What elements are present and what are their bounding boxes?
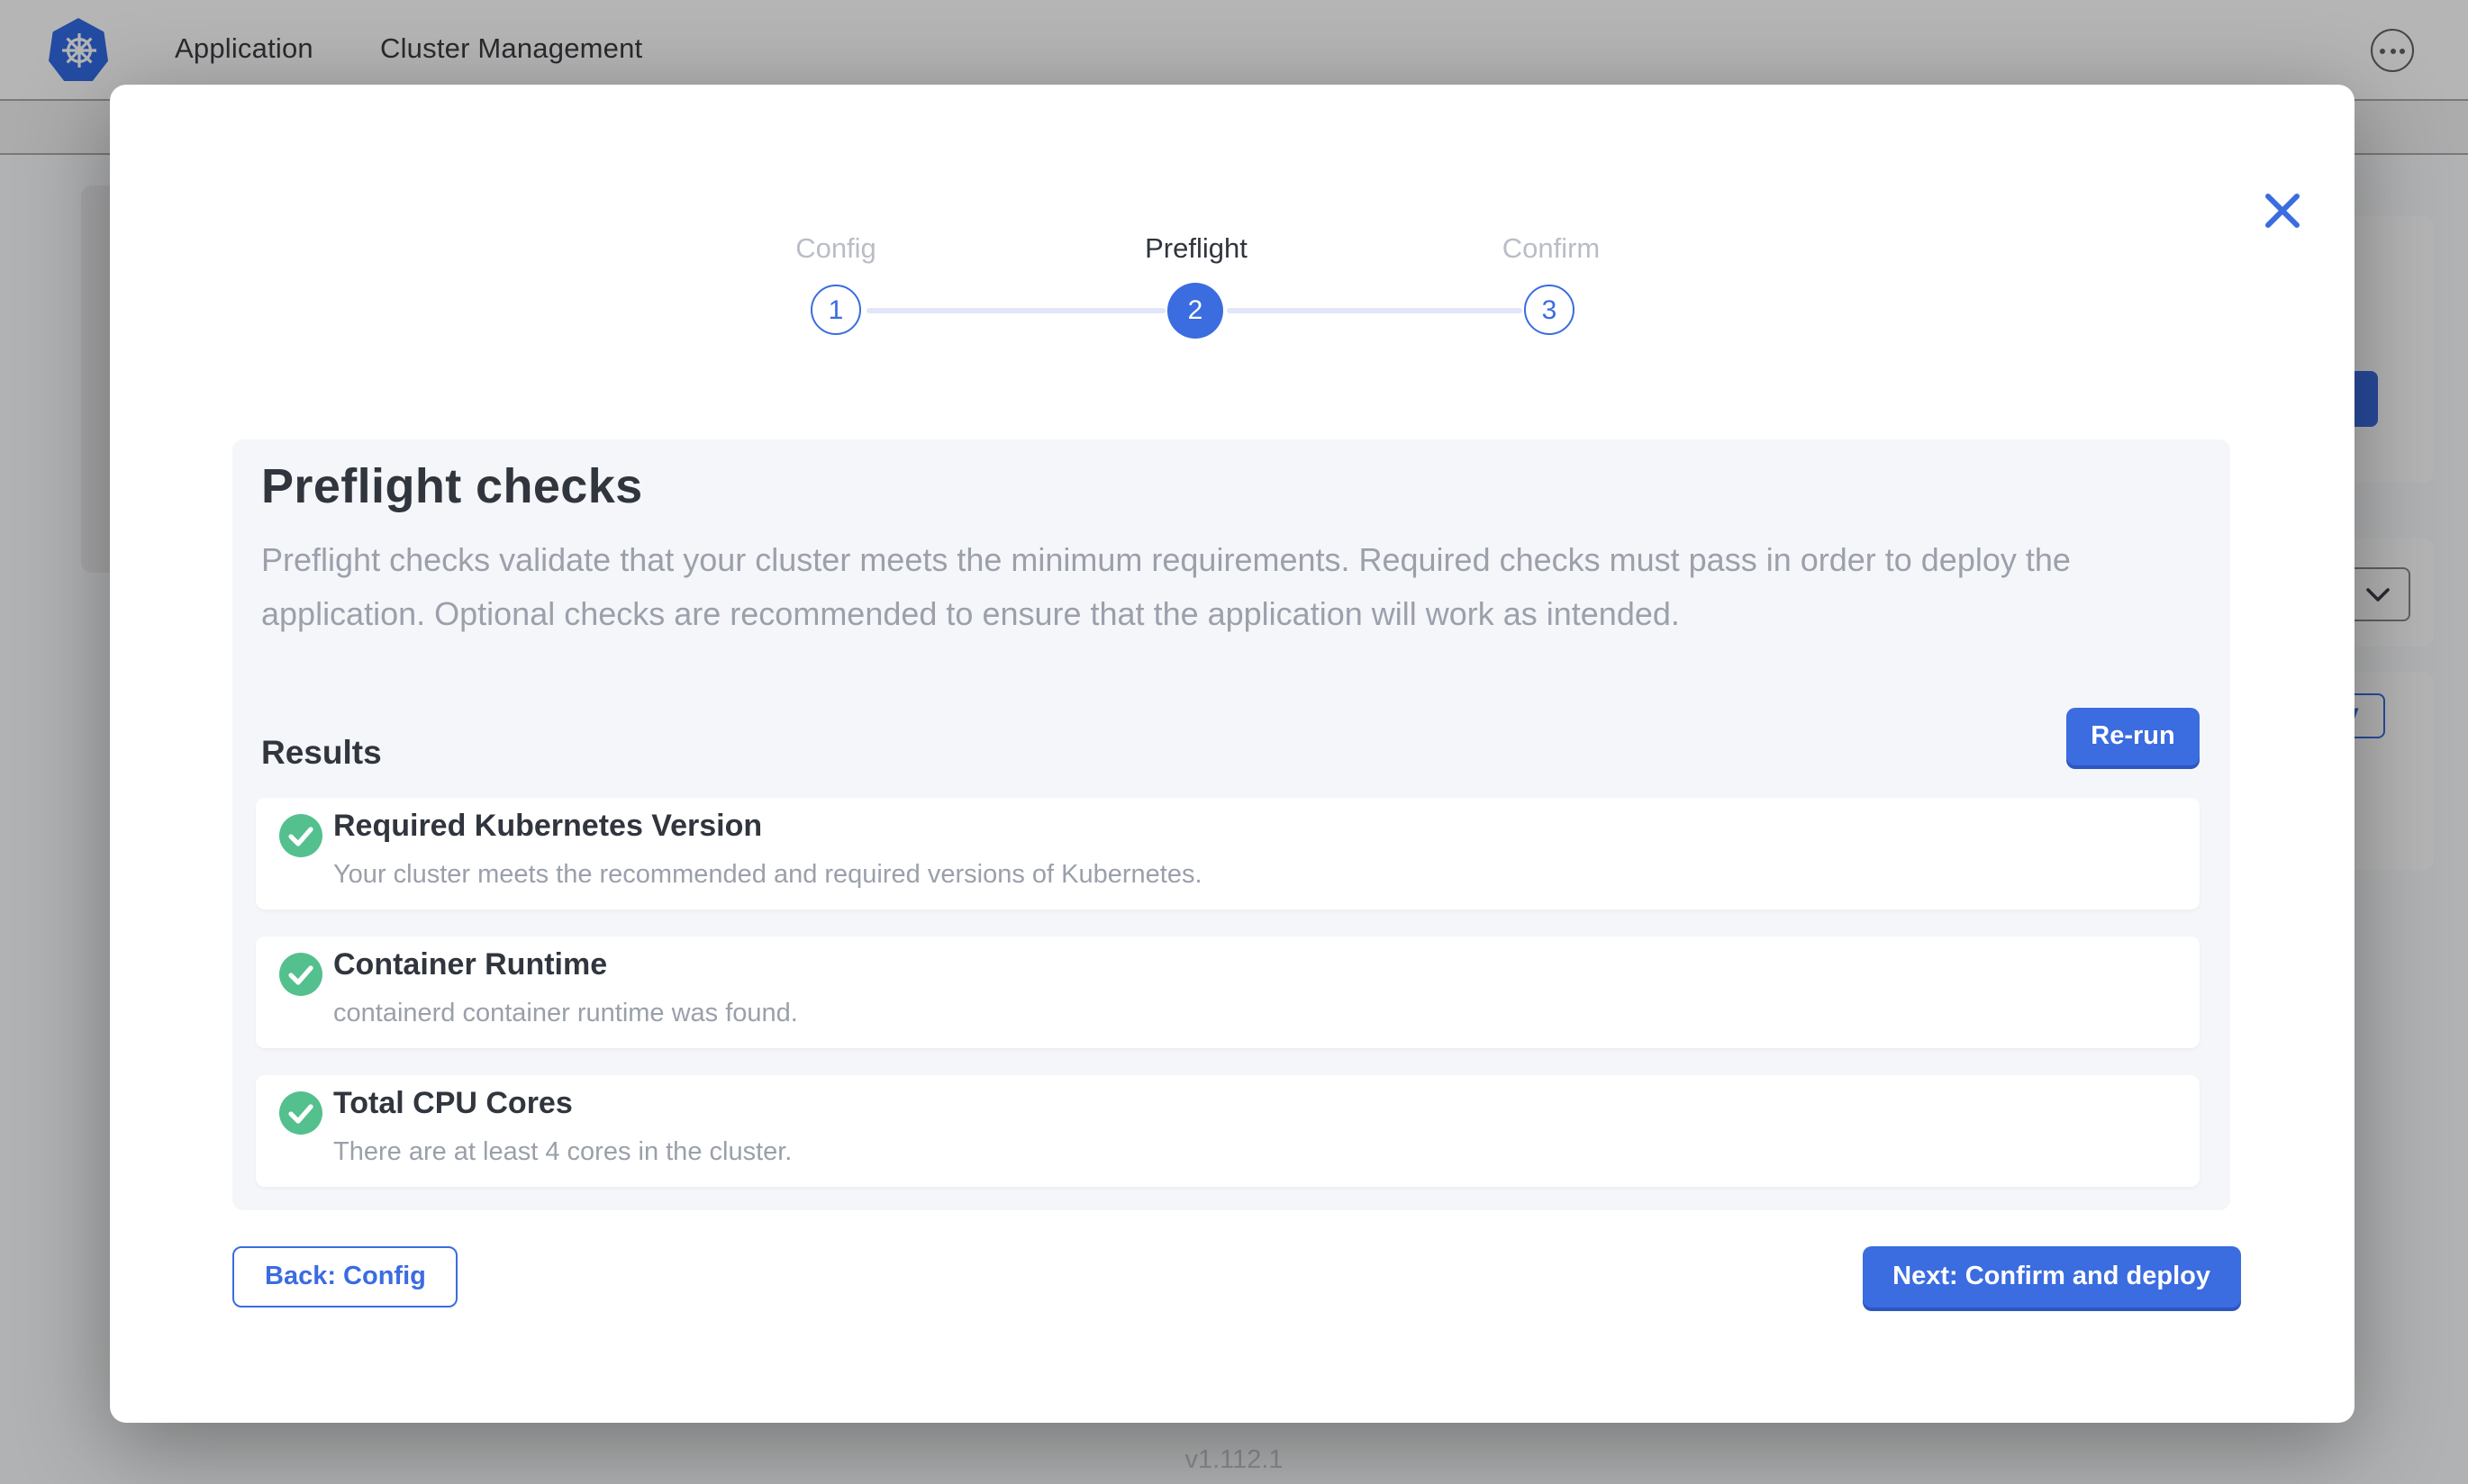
step-circle-config[interactable]: 1 — [811, 285, 861, 335]
check-result-card: Required Kubernetes Version Your cluster… — [256, 798, 2200, 909]
check-description: There are at least 4 cores in the cluste… — [333, 1138, 792, 1167]
check-title: Required Kubernetes Version — [333, 809, 762, 845]
check-result-card: Total CPU Cores There are at least 4 cor… — [256, 1075, 2200, 1187]
close-icon[interactable] — [2261, 189, 2304, 232]
check-title: Total CPU Cores — [333, 1086, 573, 1122]
stepper-connector — [867, 308, 1166, 313]
check-description: containerd container runtime was found. — [333, 1000, 798, 1028]
stepper-connector — [1227, 308, 1522, 313]
step-label-preflight: Preflight — [1052, 234, 1340, 267]
check-circle-icon — [279, 953, 322, 996]
page-title: Preflight checks — [261, 459, 643, 515]
next-button[interactable]: Next: Confirm and deploy — [1862, 1246, 2241, 1308]
results-heading: Results — [261, 733, 382, 773]
preflight-panel: Preflight checks Preflight checks valida… — [232, 439, 2230, 1210]
check-title: Container Runtime — [333, 947, 607, 983]
step-label-confirm: Confirm — [1407, 234, 1695, 267]
back-button[interactable]: Back: Config — [232, 1246, 458, 1308]
rerun-button[interactable]: Re-run — [2066, 708, 2200, 765]
screen: Application Cluster Management 0 y v1.11… — [0, 0, 2468, 1484]
step-circle-confirm[interactable]: 3 — [1524, 285, 1574, 335]
step-label-config: Config — [692, 234, 980, 267]
check-result-card: Container Runtime containerd container r… — [256, 937, 2200, 1048]
preflight-description: Preflight checks validate that your clus… — [261, 533, 2174, 641]
check-circle-icon — [279, 814, 322, 857]
check-circle-icon — [279, 1091, 322, 1135]
check-description: Your cluster meets the recommended and r… — [333, 861, 1202, 890]
preflight-modal: Config Preflight Confirm 1 2 3 Preflight… — [110, 85, 2355, 1423]
step-circle-preflight[interactable]: 2 — [1167, 283, 1223, 339]
